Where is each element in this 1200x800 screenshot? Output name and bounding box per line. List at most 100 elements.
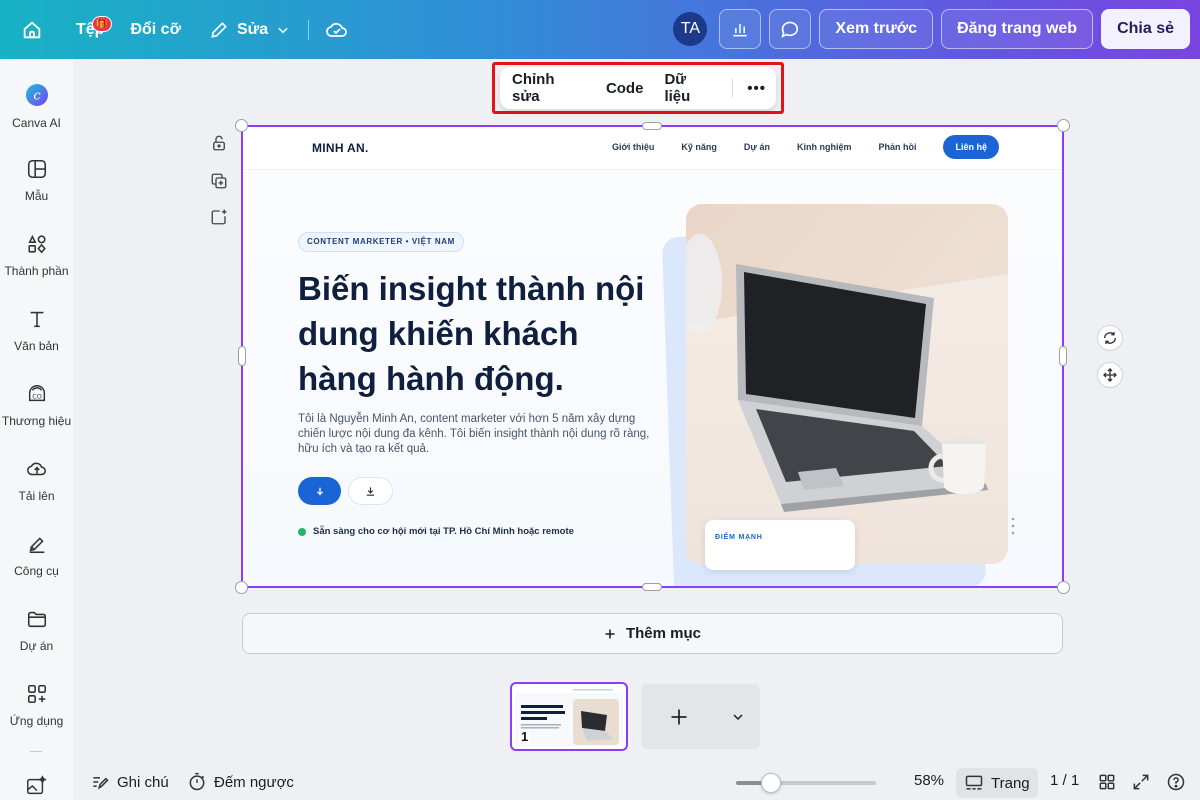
add-section-label: Thêm mục <box>625 625 701 642</box>
add-page-icon <box>211 209 227 225</box>
add-page-side-button[interactable] <box>208 206 230 228</box>
move-icon <box>1103 368 1117 382</box>
duplicate-button[interactable] <box>208 170 230 192</box>
pages-icon <box>965 775 983 790</box>
magic-media-button[interactable] <box>25 775 47 800</box>
expand-icon <box>1133 774 1149 790</box>
publish-website-button[interactable]: Đăng trang web <box>941 9 1094 49</box>
upload-icon <box>26 462 46 476</box>
sidebar-item-apps[interactable]: Ứng dụng <box>0 683 73 728</box>
home-icon <box>23 20 41 38</box>
comments-button[interactable] <box>769 9 812 49</box>
tools-icon <box>29 537 44 554</box>
move-button[interactable] <box>1097 362 1123 388</box>
sidebar-item-projects[interactable]: Dự án <box>0 608 73 653</box>
canva-ai-icon: c <box>25 84 48 106</box>
magic-image-icon <box>27 775 47 795</box>
user-avatar[interactable]: TA <box>673 12 708 46</box>
notes-button[interactable]: Ghi chú <box>90 772 169 792</box>
rotate-button[interactable] <box>1097 325 1123 351</box>
more-options-button[interactable]: ••• <box>747 80 766 97</box>
resize-handle-top-right[interactable] <box>1057 119 1070 132</box>
edit-website-button[interactable]: Chỉnh sửa <box>512 71 585 105</box>
resize-label: Đổi cỡ <box>130 20 181 38</box>
notes-label: Ghi chú <box>117 773 169 791</box>
sidebar-item-upload[interactable]: Tải lên <box>0 458 73 503</box>
sidebar-item-templates[interactable]: Mẫu <box>0 158 73 203</box>
edit-mode-label: Sửa <box>236 20 269 38</box>
elements-icon <box>27 234 46 254</box>
resize-button[interactable]: Đổi cỡ <box>120 10 191 50</box>
insights-button[interactable] <box>719 9 762 49</box>
preview-button[interactable]: Xem trước <box>819 9 934 49</box>
resize-handle-top[interactable] <box>642 122 662 130</box>
timer-label: Đếm ngược <box>214 773 294 791</box>
top-bar: Tệp 🎁 Đổi cỡ Sửa TA Xem trước Đăng trang… <box>0 0 1200 59</box>
svg-text:c: c <box>33 89 41 104</box>
share-button[interactable]: Chia sẻ <box>1101 9 1190 49</box>
sidebar-item-label: Văn bản <box>14 339 59 353</box>
resize-handle-top-left[interactable] <box>235 119 248 132</box>
sidebar-item-label: Tải lên <box>18 489 55 503</box>
chevron-down-icon[interactable] <box>730 709 746 725</box>
chevron-down-icon <box>278 27 288 33</box>
edit-mode-button[interactable]: Sửa <box>199 10 300 50</box>
templates-icon <box>27 159 46 179</box>
sidebar-item-label: Thương hiệu <box>1 414 72 428</box>
resize-handle-right[interactable] <box>1059 346 1067 366</box>
code-button[interactable]: Code <box>606 80 644 97</box>
help-button[interactable] <box>1166 772 1186 792</box>
sidebar-item-label: Canva AI <box>12 116 61 130</box>
folder-icon <box>27 611 46 628</box>
context-toolbar-divider <box>732 79 734 97</box>
cloud-check-icon <box>326 22 347 37</box>
plus-icon <box>605 629 615 638</box>
toolbar-divider <box>308 19 310 40</box>
thumbnail-preview <box>515 687 623 746</box>
sidebar-item-elements[interactable]: Thành phần <box>0 233 73 278</box>
page-counter: 1 / 1 <box>1050 772 1080 789</box>
comment-icon <box>781 21 799 38</box>
pencil-icon <box>211 21 227 38</box>
sidebar-item-brand[interactable]: CO Thương hiệu <box>0 383 73 428</box>
home-button[interactable] <box>12 10 52 50</box>
page-thumbnail[interactable]: 1 <box>510 682 628 751</box>
selection-frame <box>241 125 1064 588</box>
resize-handle-bottom-right[interactable] <box>1057 581 1070 594</box>
sidebar-item-text[interactable]: Văn bản <box>0 308 73 353</box>
zoom-percentage[interactable]: 58% <box>914 772 944 789</box>
resize-handle-bottom-left[interactable] <box>235 581 248 594</box>
page-number: 1 <box>519 729 531 744</box>
grid-view-button[interactable] <box>1097 772 1117 792</box>
rotate-icon <box>1104 332 1116 344</box>
brand-icon: CO <box>28 385 45 402</box>
data-button[interactable]: Dữ liệu <box>664 71 715 105</box>
add-section-button[interactable]: Thêm mục <box>242 613 1063 654</box>
gift-badge: 🎁 <box>92 15 112 32</box>
help-icon <box>1167 773 1185 791</box>
fullscreen-button[interactable] <box>1131 772 1151 792</box>
bar-chart-icon <box>733 24 748 37</box>
zoom-slider-thumb[interactable] <box>761 773 782 793</box>
sidebar-item-canva-ai[interactable]: c Canva AI <box>0 83 73 130</box>
sidebar-item-tools[interactable]: Công cụ <box>0 533 73 578</box>
zoom-slider[interactable] <box>736 773 876 793</box>
left-sidebar: c Canva AI Mẫu Thành phần Văn bản CO Thư… <box>0 59 73 800</box>
resize-handle-left[interactable] <box>238 346 246 366</box>
sidebar-item-label: Thành phần <box>4 264 69 278</box>
pages-view-button[interactable]: Trang <box>956 768 1038 798</box>
sidebar-item-label: Dự án <box>19 639 54 653</box>
cloud-save-button[interactable] <box>317 10 357 50</box>
grid-icon <box>1099 774 1115 790</box>
plus-icon <box>671 709 687 725</box>
add-page-button[interactable] <box>641 684 760 749</box>
resize-handle-bottom[interactable] <box>642 583 662 591</box>
unlock-icon <box>213 135 225 151</box>
context-toolbar: Chỉnh sửa Code Dữ liệu ••• <box>500 67 776 109</box>
timer-button[interactable]: Đếm ngược <box>187 772 294 792</box>
sidebar-divider <box>30 751 42 752</box>
sidebar-item-label: Ứng dụng <box>9 714 64 728</box>
file-menu-button[interactable]: Tệp 🎁 <box>66 10 114 50</box>
lock-button[interactable] <box>208 132 230 154</box>
sidebar-item-label: Công cụ <box>14 564 59 578</box>
